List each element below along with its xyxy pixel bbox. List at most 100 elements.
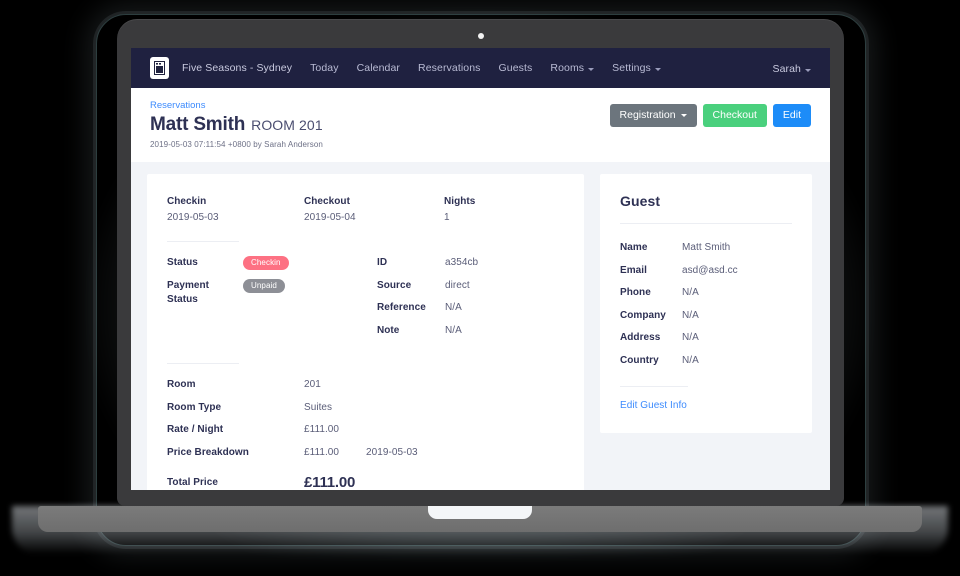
- price-breakdown-date: 2019-05-03: [366, 446, 418, 458]
- registration-button-label: Registration: [619, 109, 676, 121]
- nav-item-calendar[interactable]: Calendar: [357, 62, 400, 74]
- note-label: Note: [377, 324, 400, 336]
- nav-item-label: Reservations: [418, 62, 481, 74]
- hotel-building-icon[interactable]: [150, 57, 169, 79]
- nav-user-label: Sarah: [772, 63, 801, 75]
- guest-name-label: Name: [620, 242, 648, 253]
- guest-name-row: Name Matt Smith: [620, 241, 792, 255]
- room-row: Room 201: [167, 378, 564, 392]
- divider: [167, 363, 239, 364]
- id-value: a354cb: [445, 257, 479, 268]
- note-value: N/A: [445, 324, 462, 336]
- status-row: Status Checkin: [167, 256, 377, 270]
- room-type-row: Room Type Suites: [167, 401, 564, 415]
- edit-button[interactable]: Edit: [772, 104, 811, 127]
- nav-item-settings[interactable]: Settings: [612, 62, 661, 74]
- nav-item-label: Rooms: [550, 62, 585, 74]
- id-label: ID: [377, 257, 388, 268]
- checkin-value: 2019-05-03: [167, 212, 219, 223]
- nav-links: Five Seasons - Sydney Today Calendar Res…: [182, 62, 772, 74]
- chevron-down-icon: [654, 67, 661, 71]
- breadcrumb[interactable]: Reservations: [150, 100, 323, 111]
- top-navbar: Five Seasons - Sydney Today Calendar Res…: [131, 48, 830, 88]
- nav-item-label: Calendar: [356, 62, 401, 74]
- camera-dot-icon: [477, 33, 484, 39]
- details-block: ID a354cb Source direct Reference N/A No…: [377, 256, 478, 337]
- total-price-label: Total Price: [167, 477, 218, 488]
- status-badge: Checkin: [243, 256, 289, 270]
- nights-label: Nights: [444, 196, 476, 207]
- checkin-label: Checkin: [167, 196, 207, 207]
- nav-user-menu[interactable]: Sarah: [772, 59, 811, 77]
- nav-item-guests[interactable]: Guests: [499, 62, 533, 74]
- room-label: Room: [167, 379, 196, 390]
- created-meta: 2019-05-03 07:11:54 +0800 by Sarah Ander…: [150, 140, 323, 149]
- nav-item-reservations[interactable]: Reservations: [418, 62, 480, 74]
- nav-item-label: Guests: [498, 62, 533, 74]
- guest-address-row: Address N/A: [620, 331, 792, 345]
- divider: [167, 241, 239, 242]
- guest-name-value: Matt Smith: [682, 242, 731, 253]
- price-breakdown-row: Price Breakdown £111.00 2019-05-03: [167, 446, 564, 460]
- checkin-block: Checkin 2019-05-03: [167, 196, 304, 223]
- guest-fields: Name Matt Smith Email asd@asd.cc Phone N…: [620, 241, 792, 367]
- guest-name-title: Matt Smith: [150, 114, 246, 135]
- checkout-button[interactable]: Checkout: [702, 104, 767, 127]
- laptop-notch: [428, 506, 532, 519]
- screen: Five Seasons - Sydney Today Calendar Res…: [131, 48, 830, 490]
- reference-value: N/A: [445, 302, 462, 313]
- reference-label: Reference: [377, 302, 426, 313]
- checkout-value: 2019-05-04: [304, 212, 356, 223]
- payment-status-badge: Unpaid: [243, 279, 285, 293]
- status-label: Status: [167, 257, 198, 268]
- guest-country-value: N/A: [682, 354, 699, 366]
- total-price-row: Total Price £111.00: [167, 474, 564, 490]
- reservation-card: Checkin 2019-05-03 Checkout 2019-05-04 N…: [147, 174, 584, 490]
- guest-company-label: Company: [620, 309, 666, 321]
- room-details-block: Room 201 Room Type Suites Rate / Night £…: [167, 378, 564, 459]
- divider: [620, 386, 688, 387]
- rate-night-value: £111.00: [304, 424, 340, 435]
- checkout-block: Checkout 2019-05-04: [304, 196, 444, 223]
- page-title: Matt Smith ROOM 201: [150, 114, 323, 136]
- room-type-value: Suites: [304, 401, 333, 413]
- rate-night-label: Rate / Night: [167, 424, 224, 435]
- price-breakdown-label: Price Breakdown: [167, 446, 249, 458]
- id-row: ID a354cb: [377, 256, 478, 270]
- chevron-down-icon: [680, 113, 687, 117]
- rate-night-row: Rate / Night £111.00: [167, 423, 564, 437]
- payment-status-label: Payment Status: [167, 279, 243, 306]
- status-block: Status Checkin Payment Status Unpaid: [167, 256, 377, 337]
- note-row: Note N/A: [377, 324, 478, 338]
- header-actions: Registration Checkout Edit: [609, 100, 811, 127]
- nav-item-today[interactable]: Today: [310, 62, 339, 74]
- nights-block: Nights 1: [444, 196, 564, 223]
- stay-summary-row: Checkin 2019-05-03 Checkout 2019-05-04 N…: [167, 196, 564, 223]
- nav-user[interactable]: Sarah: [772, 63, 811, 75]
- screenshot-stage: Five Seasons - Sydney Today Calendar Res…: [0, 0, 960, 576]
- page-body: Checkin 2019-05-03 Checkout 2019-05-04 N…: [131, 162, 830, 490]
- nav-item-label: Settings: [612, 62, 651, 74]
- room-type-label: Room Type: [167, 401, 222, 413]
- guest-company-row: Company N/A: [620, 309, 792, 323]
- guest-email-label: Email: [620, 264, 647, 276]
- guest-address-value: N/A: [682, 332, 699, 343]
- page-header-text: Reservations Matt Smith ROOM 201 2019-05…: [150, 100, 323, 149]
- chevron-down-icon: [805, 68, 811, 72]
- status-and-details-row: Status Checkin Payment Status Unpaid ID …: [167, 256, 564, 337]
- divider: [620, 223, 792, 224]
- registration-button[interactable]: Registration: [609, 104, 697, 127]
- guest-country-label: Country: [620, 354, 659, 366]
- nights-value: 1: [444, 212, 450, 223]
- guest-country-row: Country N/A: [620, 354, 792, 368]
- nav-item-rooms[interactable]: Rooms: [550, 62, 595, 74]
- room-subtitle: ROOM 201: [251, 117, 323, 133]
- nav-item-label: Today: [310, 62, 339, 74]
- source-row: Source direct: [377, 279, 478, 293]
- nav-brand-name[interactable]: Five Seasons - Sydney: [182, 62, 292, 74]
- guest-card-title: Guest: [620, 193, 661, 209]
- source-value: direct: [445, 279, 470, 291]
- edit-guest-info-link[interactable]: Edit Guest Info: [620, 400, 792, 411]
- room-value: 201: [304, 379, 321, 390]
- page-header: Reservations Matt Smith ROOM 201 2019-05…: [131, 88, 830, 162]
